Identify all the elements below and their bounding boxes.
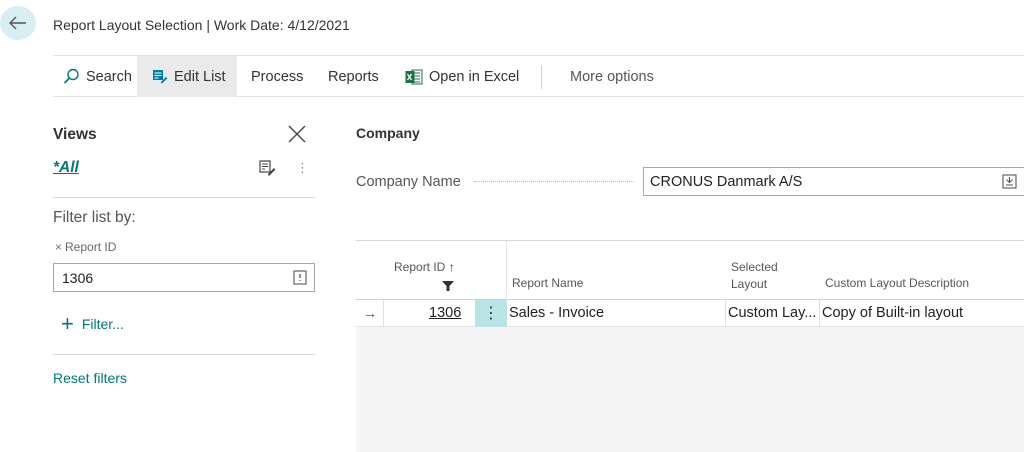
company-section-title: Company (356, 125, 420, 141)
edit-view-button[interactable] (259, 160, 277, 181)
lookup-icon[interactable] (293, 270, 307, 290)
reports-menu[interactable]: Reports (328, 56, 379, 97)
company-name-label: Company Name (356, 174, 461, 190)
row-arrow-icon: → (363, 305, 377, 321)
add-filter-button[interactable]: + Filter... (61, 311, 124, 336)
edit-list-icon (153, 70, 168, 84)
cell-separator (819, 300, 820, 327)
column-header-report-name[interactable]: Report Name (512, 276, 583, 291)
grid-header: Report ID ↑ Report Name Selected Layout … (356, 241, 1024, 300)
edit-view-icon (259, 160, 276, 176)
search-label: Search (86, 68, 132, 85)
custom-layout-description-cell[interactable]: Copy of Built-in layout (822, 300, 963, 327)
reports-label: Reports (328, 68, 379, 85)
filter-field-name: Report ID (65, 240, 117, 254)
column-separator (506, 241, 507, 300)
reset-filters-link[interactable]: Reset filters (53, 370, 127, 386)
selected-layout-header-line1: Selected (731, 260, 778, 274)
process-label: Process (251, 68, 304, 85)
selected-layout-cell[interactable]: Custom Lay... (728, 300, 816, 327)
cell-separator (383, 300, 384, 327)
column-header-selected-layout[interactable]: Selected Layout (731, 260, 778, 292)
company-name-field[interactable]: CRONUS Danmark A/S (643, 167, 1024, 196)
report-layout-grid: Report ID ↑ Report Name Selected Layout … (356, 240, 1024, 452)
more-options-button[interactable]: More options (570, 56, 654, 97)
filter-title: Filter list by: (53, 209, 136, 226)
edit-list-label: Edit List (174, 68, 226, 85)
report-id-header-label: Report ID (394, 260, 446, 274)
divider (53, 197, 315, 198)
column-header-custom-layout-description[interactable]: Custom Layout Description (825, 276, 969, 291)
report-id-filter-input[interactable]: 1306 (53, 263, 315, 292)
filter-funnel-icon (442, 278, 454, 296)
plus-icon: + (61, 311, 74, 336)
search-icon (63, 68, 79, 84)
process-menu[interactable]: Process (251, 56, 303, 97)
edit-list-button[interactable]: Edit List (137, 56, 237, 97)
excel-icon (405, 69, 423, 84)
table-row[interactable]: → 1306 ⋮ Sales - Invoice Custom Lay... C… (356, 300, 1024, 327)
page-title: Report Layout Selection | Work Date: 4/1… (53, 17, 350, 33)
divider (53, 354, 315, 355)
row-menu-icon[interactable]: ⋮ (475, 300, 507, 327)
action-separator (541, 65, 542, 89)
search-button[interactable]: Search (63, 56, 139, 97)
action-bar: Search Edit List Process Reports Open in… (53, 55, 1024, 97)
remove-filter-icon[interactable]: × (55, 240, 62, 254)
add-filter-label: Filter... (81, 316, 124, 332)
open-in-excel-button[interactable]: Open in Excel (405, 56, 519, 97)
view-all-link[interactable]: *All (53, 159, 79, 177)
label-leader-dots (474, 181, 634, 182)
back-button[interactable] (0, 6, 36, 40)
arrow-left-icon (9, 16, 26, 30)
close-views-button[interactable] (287, 124, 307, 144)
filter-field-caption: × Report ID (55, 240, 116, 254)
column-header-report-id[interactable]: Report ID ↑ (394, 260, 455, 275)
views-title: Views (53, 126, 97, 143)
more-options-label: More options (570, 68, 654, 85)
cell-separator (725, 300, 726, 327)
report-id-cell[interactable]: 1306 (429, 300, 461, 327)
selected-layout-header-line2: Layout (731, 277, 768, 291)
sort-up-icon: ↑ (448, 260, 455, 274)
lookup-icon[interactable] (1002, 174, 1017, 194)
close-icon (288, 125, 306, 143)
ellipsis-icon[interactable]: ⋮ (296, 160, 309, 176)
report-name-cell[interactable]: Sales - Invoice (509, 300, 604, 327)
open-in-excel-label: Open in Excel (429, 68, 520, 85)
